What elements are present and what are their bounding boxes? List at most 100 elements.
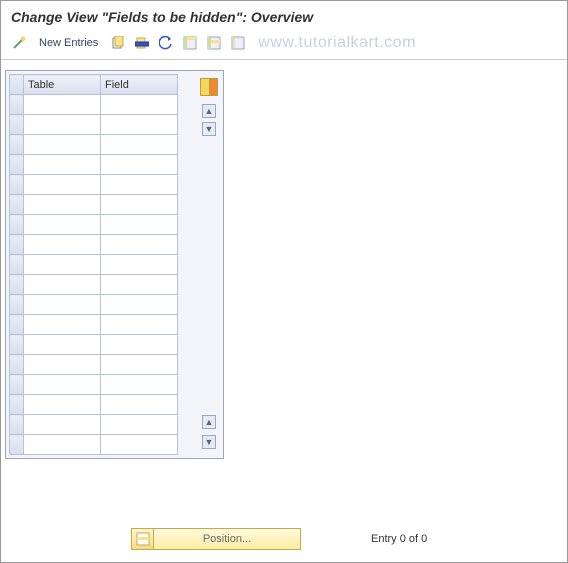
table-row[interactable]: [10, 255, 178, 275]
table-row[interactable]: [10, 175, 178, 195]
cell-table[interactable]: [24, 395, 101, 415]
table-row[interactable]: [10, 375, 178, 395]
table-panel: Table Field ▲ ▼ ▲ ▼: [5, 70, 224, 459]
position-button[interactable]: Position...: [131, 528, 301, 550]
row-selector[interactable]: [10, 155, 24, 175]
undo-icon: [159, 36, 173, 50]
cell-table[interactable]: [24, 415, 101, 435]
table-corner[interactable]: [10, 75, 24, 95]
table-row[interactable]: [10, 95, 178, 115]
cell-table[interactable]: [24, 435, 101, 455]
scroll-up-button[interactable]: ▲: [202, 104, 216, 118]
cell-field[interactable]: [101, 175, 178, 195]
cell-table[interactable]: [24, 155, 101, 175]
footer: Position... Entry 0 of 0: [1, 528, 567, 550]
cell-field[interactable]: [101, 255, 178, 275]
cell-field[interactable]: [101, 95, 178, 115]
select-block-button[interactable]: [204, 33, 224, 53]
cell-table[interactable]: [24, 335, 101, 355]
cell-field[interactable]: [101, 315, 178, 335]
cell-table[interactable]: [24, 215, 101, 235]
cell-field[interactable]: [101, 435, 178, 455]
cell-field[interactable]: [101, 415, 178, 435]
scroll-down-button[interactable]: ▼: [202, 122, 216, 136]
row-selector[interactable]: [10, 295, 24, 315]
table-row[interactable]: [10, 355, 178, 375]
row-selector[interactable]: [10, 275, 24, 295]
table-row[interactable]: [10, 435, 178, 455]
select-all-button[interactable]: [180, 33, 200, 53]
row-selector[interactable]: [10, 395, 24, 415]
row-selector[interactable]: [10, 335, 24, 355]
column-header-field[interactable]: Field: [101, 75, 178, 95]
row-selector[interactable]: [10, 235, 24, 255]
cell-field[interactable]: [101, 295, 178, 315]
row-selector[interactable]: [10, 435, 24, 455]
table-row[interactable]: [10, 235, 178, 255]
new-entries-button[interactable]: New Entries: [33, 35, 104, 51]
cell-field[interactable]: [101, 275, 178, 295]
cell-field[interactable]: [101, 395, 178, 415]
delete-icon: [135, 36, 149, 50]
cell-field[interactable]: [101, 135, 178, 155]
cell-field[interactable]: [101, 155, 178, 175]
select-block-icon: [207, 36, 221, 50]
cell-table[interactable]: [24, 315, 101, 335]
undo-button[interactable]: [156, 33, 176, 53]
row-selector[interactable]: [10, 115, 24, 135]
cell-field[interactable]: [101, 375, 178, 395]
row-selector[interactable]: [10, 255, 24, 275]
table-row[interactable]: [10, 195, 178, 215]
table-row[interactable]: [10, 275, 178, 295]
table-settings-button[interactable]: [200, 78, 218, 96]
cell-table[interactable]: [24, 195, 101, 215]
other-view-button[interactable]: [9, 33, 29, 53]
table-row[interactable]: [10, 415, 178, 435]
scroll-up2-button[interactable]: ▲: [202, 415, 216, 429]
cell-table[interactable]: [24, 255, 101, 275]
deselect-all-button[interactable]: [228, 33, 248, 53]
cell-table[interactable]: [24, 135, 101, 155]
table-row[interactable]: [10, 115, 178, 135]
cell-table[interactable]: [24, 175, 101, 195]
row-selector[interactable]: [10, 315, 24, 335]
cell-table[interactable]: [24, 295, 101, 315]
table-row[interactable]: [10, 155, 178, 175]
table-row[interactable]: [10, 215, 178, 235]
copy-as-button[interactable]: [108, 33, 128, 53]
row-selector[interactable]: [10, 215, 24, 235]
table-row[interactable]: [10, 135, 178, 155]
cell-field[interactable]: [101, 115, 178, 135]
config-icon-right: [210, 79, 218, 95]
position-icon: [132, 529, 154, 549]
fields-table[interactable]: Table Field: [9, 74, 178, 455]
cell-table[interactable]: [24, 95, 101, 115]
cell-table[interactable]: [24, 235, 101, 255]
cell-field[interactable]: [101, 235, 178, 255]
row-selector[interactable]: [10, 375, 24, 395]
cell-field[interactable]: [101, 335, 178, 355]
row-selector[interactable]: [10, 95, 24, 115]
scroll-down2-button[interactable]: ▼: [202, 435, 216, 449]
row-selector[interactable]: [10, 355, 24, 375]
watermark-text: www.tutorialkart.com: [258, 34, 416, 52]
cell-table[interactable]: [24, 275, 101, 295]
table-row[interactable]: [10, 295, 178, 315]
content-area: Table Field ▲ ▼ ▲ ▼: [1, 60, 567, 540]
column-header-table[interactable]: Table: [24, 75, 101, 95]
entry-count-text: Entry 0 of 0: [371, 533, 427, 545]
row-selector[interactable]: [10, 195, 24, 215]
row-selector[interactable]: [10, 175, 24, 195]
cell-table[interactable]: [24, 355, 101, 375]
row-selector[interactable]: [10, 135, 24, 155]
cell-field[interactable]: [101, 195, 178, 215]
delete-button[interactable]: [132, 33, 152, 53]
row-selector[interactable]: [10, 415, 24, 435]
table-row[interactable]: [10, 335, 178, 355]
table-row[interactable]: [10, 315, 178, 335]
cell-table[interactable]: [24, 375, 101, 395]
cell-table[interactable]: [24, 115, 101, 135]
table-row[interactable]: [10, 395, 178, 415]
cell-field[interactable]: [101, 215, 178, 235]
cell-field[interactable]: [101, 355, 178, 375]
